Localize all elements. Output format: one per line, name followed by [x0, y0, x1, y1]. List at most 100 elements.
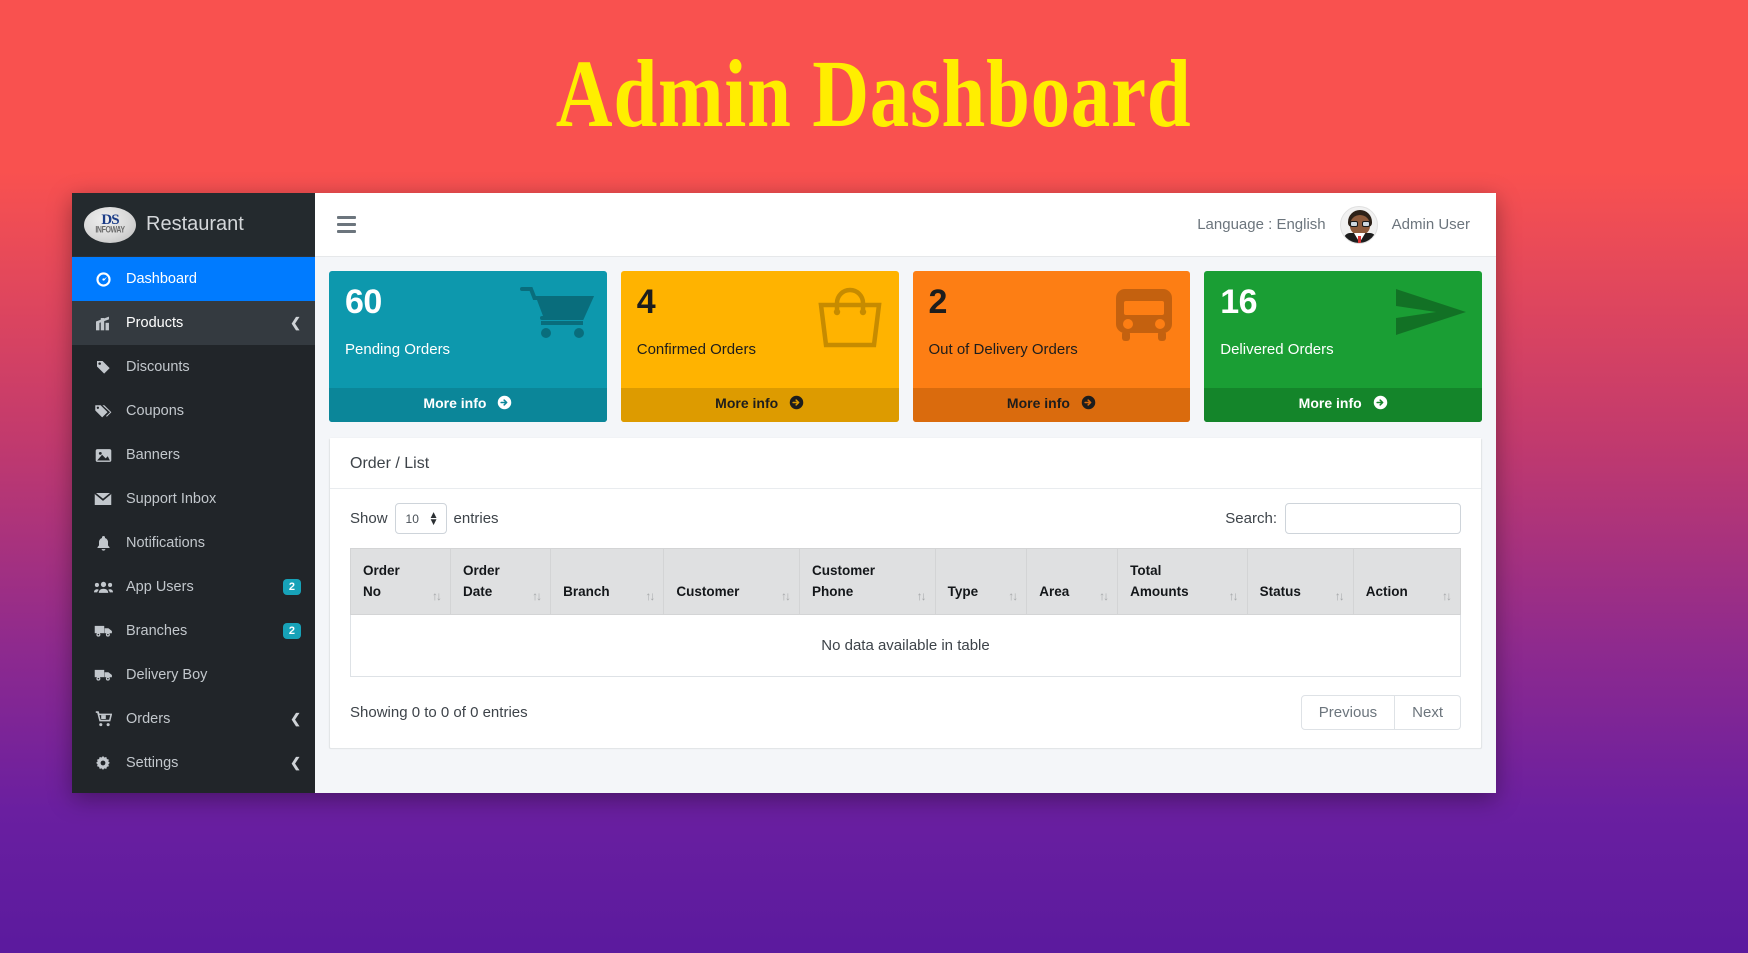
table-row: No data available in table [350, 613, 1461, 677]
image-icon [92, 448, 114, 463]
column-action[interactable]: Action ↑↓ [1352, 548, 1462, 615]
truck-icon [92, 668, 114, 682]
column-branch[interactable]: Branch ↑↓ [550, 548, 665, 615]
sidebar-item-label: Notifications [126, 535, 205, 551]
datatable-controls: Show 10 ▲ ▼ entries Search: [350, 503, 1461, 534]
stat-card-confirmed-orders: 4 Confirmed Orders More info [620, 271, 899, 422]
topbar: Language : English Admin User [315, 193, 1496, 257]
more-info-link[interactable]: More info [1204, 388, 1482, 422]
column-type[interactable]: Type ↑↓ [934, 548, 1028, 615]
bell-icon [92, 535, 114, 552]
shopping-bag-icon [813, 285, 887, 349]
chart-icon [92, 316, 114, 331]
sidebar-item-coupons[interactable]: Coupons [72, 389, 315, 433]
stat-card-out-of-delivery-orders: 2 Out of Delivery Orders More info [912, 271, 1191, 422]
sidebar-item-label: Branches [126, 623, 188, 639]
sidebar-item-label: Delivery Boy [126, 667, 208, 683]
topbar-right: Language : English Admin User [1197, 205, 1470, 244]
sidebar-item-orders[interactable]: Orders ❮ [72, 697, 315, 741]
sidebar-item-discounts[interactable]: Discounts [72, 345, 315, 389]
language-selector[interactable]: Language : English [1197, 216, 1325, 233]
status-badge: 2 [282, 622, 301, 640]
sidebar-item-label: Discounts [126, 359, 190, 375]
chevron-left-icon: ❮ [290, 315, 301, 330]
entries-select[interactable]: 10 [394, 503, 447, 534]
bus-icon [1110, 285, 1178, 345]
tag-icon [92, 359, 114, 375]
sidebar-item-label: App Users [126, 579, 194, 595]
chevron-left-icon: ❮ [290, 755, 301, 770]
next-page-button[interactable]: Next [1395, 694, 1461, 730]
more-info-label: More info [715, 395, 779, 411]
brand-logo-subtext: INFOWAY [95, 226, 125, 235]
stat-card-delivered-orders: 16 Delivered Orders More info [1204, 271, 1482, 422]
datatable-footer: Showing 0 to 0 of 0 entries Previous Nex… [350, 694, 1461, 730]
dashboard-icon [92, 271, 114, 288]
more-info-link[interactable]: More info [329, 388, 607, 422]
page-banner: Admin Dashboard [0, 0, 1748, 188]
sidebar-item-label: Settings [126, 755, 179, 771]
sidebar-item-dashboard[interactable]: Dashboard [72, 257, 315, 301]
sidebar-item-settings[interactable]: Settings ❮ [72, 741, 315, 785]
column-order-date[interactable]: Order Date ↑↓ [450, 548, 552, 615]
dashboard-scroll-area: 60 Pending Orders More info 4 Confirmed … [315, 257, 1496, 793]
stat-label: Delivered Orders [1220, 341, 1334, 358]
sidebar-item-label: Orders [126, 711, 171, 727]
more-info-label: More info [1298, 395, 1362, 411]
empty-message: No data available in table [350, 613, 1461, 677]
column-area[interactable]: Area ↑↓ [1026, 548, 1119, 615]
sidebar-item-products[interactable]: Products ❮ [72, 301, 315, 345]
column-customer-phone[interactable]: Customer Phone ↑↓ [799, 548, 936, 615]
sidebar-nav: Dashboard Products ❮ Discounts Coupons B… [72, 257, 315, 793]
sidebar-item-support-inbox[interactable]: Support Inbox [72, 477, 315, 521]
envelope-icon [92, 492, 114, 506]
search-input[interactable] [1285, 503, 1461, 534]
paper-plane-icon [1392, 285, 1470, 343]
sort-icon: ↑↓ [916, 588, 927, 603]
brand-name: Restaurant [146, 213, 244, 235]
stat-cards: 60 Pending Orders More info 4 Confirmed … [329, 271, 1482, 422]
hamburger-icon[interactable] [337, 216, 356, 233]
sort-icon: ↑↓ [1228, 588, 1239, 603]
more-info-link[interactable]: More info [912, 388, 1191, 422]
pagination: Previous Next [1300, 694, 1461, 730]
previous-page-button[interactable]: Previous [1300, 694, 1396, 730]
column-total-amounts[interactable]: Total Amounts ↑↓ [1117, 548, 1248, 615]
more-info-label: More info [423, 395, 487, 411]
shopping-cart-icon [519, 285, 595, 347]
sidebar-brand[interactable]: DS INFOWAY Restaurant [72, 193, 315, 257]
search-control: Search: [1225, 503, 1461, 534]
column-status[interactable]: Status ↑↓ [1246, 548, 1354, 615]
panel-body: Show 10 ▲ ▼ entries Search: Order No ↑↓ … [330, 489, 1481, 748]
sort-icon: ↑↓ [645, 588, 655, 603]
column-customer[interactable]: Customer ↑↓ [663, 548, 800, 615]
sidebar-item-app-users[interactable]: App Users 2 [72, 565, 315, 609]
gear-icon [92, 755, 114, 771]
sidebar-item-delivery-boy[interactable]: Delivery Boy [72, 653, 315, 697]
arrow-circle-right-icon [1373, 395, 1388, 413]
search-label: Search: [1225, 510, 1277, 527]
sidebar-item-banners[interactable]: Banners [72, 433, 315, 477]
cart-icon [92, 711, 114, 727]
sort-icon: ↑↓ [1008, 588, 1018, 603]
entries-info: Showing 0 to 0 of 0 entries [350, 703, 528, 721]
main-content: Language : English Admin User 60 Pending… [315, 193, 1496, 793]
sort-icon: ↑↓ [432, 588, 442, 603]
user-menu[interactable]: Admin User [1392, 216, 1470, 233]
truck-icon [92, 624, 114, 638]
sidebar-item-label: Coupons [126, 403, 185, 419]
sidebar-item-branches[interactable]: Branches 2 [72, 609, 315, 653]
users-icon [92, 580, 114, 594]
arrow-circle-right-icon [1081, 395, 1096, 413]
status-badge: 2 [282, 578, 301, 596]
more-info-link[interactable]: More info [620, 388, 899, 422]
table-header: Order No ↑↓ Order Date ↑↓ Branch ↑↓ Customer ↑… [349, 548, 1462, 615]
tags-icon [92, 403, 114, 419]
sort-icon: ↑↓ [1442, 588, 1452, 603]
avatar[interactable] [1339, 205, 1378, 244]
show-label: Show [350, 510, 388, 527]
sidebar-item-label: Banners [126, 447, 181, 463]
sidebar-item-notifications[interactable]: Notifications [72, 521, 315, 565]
entries-label: entries [453, 510, 499, 527]
column-order-no[interactable]: Order No ↑↓ [349, 548, 452, 615]
